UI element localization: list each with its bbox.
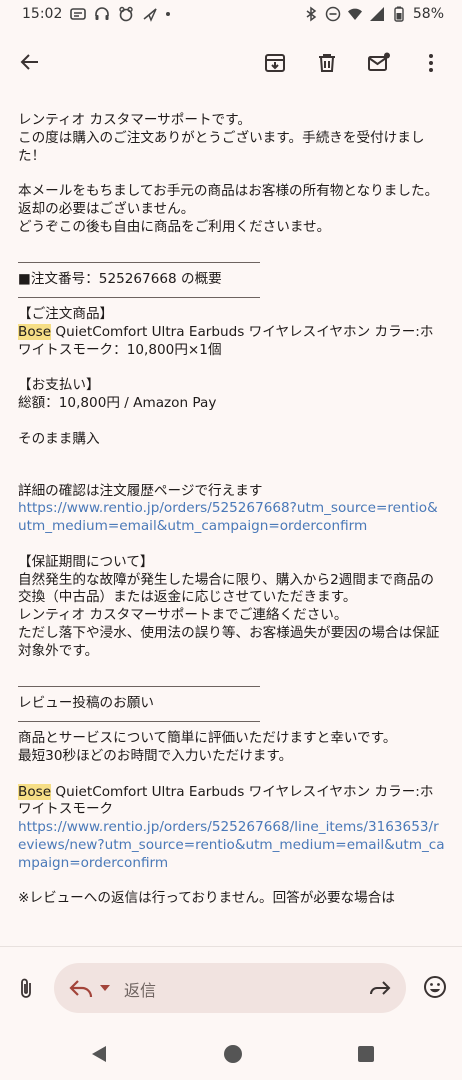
archive-button[interactable] — [258, 46, 292, 80]
review-heading: レビュー投稿のお願い — [18, 695, 154, 712]
system-navigation-bar — [0, 1030, 462, 1080]
review-note: ※レビューへの返信は行っておりません。回答が必要な場合は — [18, 890, 395, 907]
mark-unread-icon — [368, 52, 390, 71]
headset-notification-icon — [94, 6, 110, 22]
back-arrow-icon — [20, 54, 38, 70]
reply-bar: 返信 — [0, 946, 462, 1029]
archive-icon — [265, 54, 285, 72]
review-text-1: 商品とサービスについて簡単に評価いただけますと幸いです。 — [18, 730, 397, 747]
order-history-link[interactable]: https://www.rentio.jp/orders/525267668?u… — [18, 500, 438, 534]
order-heading: ■注文番号：525267668 の概要 — [18, 271, 222, 288]
battery-percent: 58% — [412, 6, 444, 22]
payment-total: 総額：10,800円 / Amazon Pay — [18, 395, 217, 412]
product-line: Bose QuietComfort Ultra Earbuds ワイヤレスイヤホ… — [18, 323, 446, 360]
reply-input[interactable]: 返信 — [54, 963, 406, 1013]
intro-line-2: この度は購入のご注文ありがとうございます。手続きを受付けました！ — [18, 129, 425, 164]
product-brand-highlight: Bose — [18, 323, 52, 340]
product-label: 【ご注文商品】 — [18, 306, 114, 323]
forward-icon[interactable] — [368, 976, 392, 1000]
review-product-line: Bose QuietComfort Ultra Earbuds ワイヤレスイヤホ… — [18, 783, 446, 820]
app-bar — [0, 28, 462, 96]
paperclip-icon — [21, 978, 31, 998]
divider — [18, 686, 260, 688]
mark-unread-button[interactable] — [362, 46, 396, 80]
payment-label: 【お支払い】 — [18, 377, 100, 394]
status-bar: 15:02 58% — [0, 0, 462, 28]
review-brand-highlight: Bose — [18, 783, 52, 800]
warranty-text-1: 自然発生的な故障が発生した場合に限り、購入から2週間まで商品の交換（中古品）また… — [18, 571, 434, 606]
wifi-icon — [347, 6, 363, 22]
warranty-text-3: ただし落下や浸水、使用法の誤り等、お客様過失が要因の場合は保証対象外です。 — [18, 624, 440, 659]
back-button[interactable] — [16, 48, 44, 76]
do-not-disturb-icon — [325, 6, 341, 22]
warranty-label: 【保証期間について】 — [18, 553, 154, 570]
review-text-2: 最短30秒ほどのお時間で入力いただけます。 — [18, 747, 293, 764]
bluetooth-icon — [303, 6, 319, 22]
history-text: 詳細の確認は注文履歴ページで行えます — [18, 482, 263, 499]
ownership-text-2: どうぞこの後も自由に商品をご利用くださいませ。 — [18, 218, 331, 235]
purchase-type: そのまま購入 — [18, 430, 100, 447]
intro-line-1: レンティオ カスタマーサポートです。 — [18, 112, 251, 128]
delete-button[interactable] — [310, 46, 344, 80]
send-notification-icon — [142, 6, 158, 22]
nav-recents-icon[interactable] — [358, 1046, 374, 1062]
more-options-button[interactable] — [414, 46, 448, 80]
attach-button[interactable] — [12, 975, 40, 1003]
emoji-button[interactable] — [422, 974, 448, 1000]
email-body: レンティオ カスタマーサポートです。 この度は購入のご注文ありがとうございます。… — [18, 112, 446, 942]
message-notification-icon — [70, 6, 87, 22]
reply-icon — [69, 980, 93, 998]
warranty-text-2: レンティオ カスタマーサポートまでご連絡ください。 — [18, 607, 348, 624]
divider — [18, 262, 260, 264]
review-product-name: QuietComfort Ultra Earbuds ワイヤレスイヤホン カラー… — [18, 783, 434, 818]
divider — [18, 297, 260, 299]
emoji-icon — [424, 976, 446, 998]
reply-placeholder: 返信 — [124, 981, 157, 1000]
signal-icon — [369, 6, 385, 22]
more-notifications-dot — [166, 12, 171, 16]
delete-icon — [319, 54, 335, 72]
battery-icon — [391, 6, 407, 22]
app-notification-icon — [118, 6, 134, 22]
nav-back-icon[interactable] — [92, 1046, 106, 1062]
reply-mode-chevron-down-icon[interactable] — [100, 985, 110, 991]
ownership-text-1: 本メールをもちましてお手元の商品はお客様の所有物となりました。返却の必要はござい… — [18, 183, 439, 217]
nav-home-icon[interactable] — [224, 1045, 242, 1063]
divider — [18, 721, 260, 723]
status-time: 15:02 — [22, 6, 63, 22]
more-vert-icon — [429, 54, 433, 72]
product-name: QuietComfort Ultra Earbuds ワイヤレスイヤホン カラー… — [18, 323, 434, 358]
review-link[interactable]: https://www.rentio.jp/orders/525267668/l… — [18, 819, 445, 871]
